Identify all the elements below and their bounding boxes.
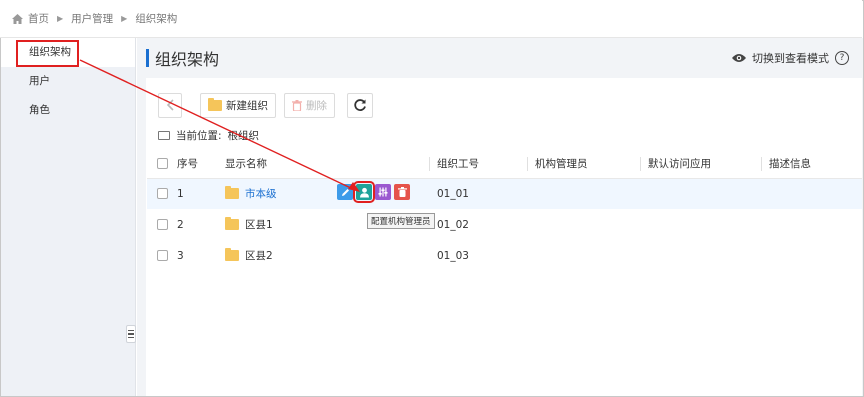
header-select-all[interactable] (147, 150, 169, 179)
delete-button[interactable]: 删除 (284, 92, 335, 118)
user-config-icon[interactable] (353, 181, 375, 203)
page-title-text: 组织架构 (155, 50, 220, 69)
folder-icon (225, 185, 239, 199)
location-label: 当前位置: (176, 130, 222, 142)
breadcrumb-user-management[interactable]: 用户管理 (71, 11, 113, 26)
location-folder-icon (158, 131, 170, 140)
row-name[interactable]: 市本级 (225, 185, 277, 201)
row-name-text[interactable]: 区县1 (245, 217, 273, 232)
header-no: 序号 (169, 150, 217, 179)
chevron-right-icon: ▶ (121, 14, 128, 23)
row-name-link[interactable]: 市本级 (245, 186, 277, 201)
refresh-icon (354, 99, 366, 111)
breadcrumb-home-label: 首页 (28, 13, 49, 25)
header-code: 组织工号 (429, 150, 527, 179)
table-row[interactable]: 3 区县2 01_03 (147, 240, 862, 271)
header-name: 显示名称 (217, 150, 429, 179)
row-name[interactable]: 区县1 (225, 216, 273, 232)
header-default-app: 默认访问应用 (640, 150, 761, 179)
help-icon[interactable]: ? (835, 51, 849, 65)
row-no: 3 (177, 249, 184, 262)
home-icon (12, 13, 23, 24)
tooltip: 配置机构管理员 (367, 213, 435, 229)
sliders-icon[interactable] (375, 184, 391, 200)
table-header-row: 序号 显示名称 组织工号 机构管理员 默认访问应用 描述信息 (147, 150, 862, 179)
trash-icon[interactable] (394, 184, 410, 200)
table-row[interactable]: 1 市本级 01_01 (147, 178, 862, 209)
highlight-box (16, 40, 79, 67)
folder-icon (225, 216, 239, 230)
row-name-text[interactable]: 区县2 (245, 248, 273, 263)
row-code: 01_02 (437, 218, 469, 231)
row-actions (337, 181, 410, 203)
edit-icon[interactable] (337, 184, 353, 200)
row-no: 2 (177, 218, 184, 231)
new-org-label: 新建组织 (226, 99, 268, 112)
row-code: 01_01 (429, 178, 527, 209)
back-button[interactable] (158, 92, 182, 118)
view-mode-label: 切换到查看模式 (752, 52, 829, 65)
new-org-button[interactable]: 新建组织 (200, 92, 276, 118)
title-accent-bar (146, 49, 149, 67)
breadcrumb: 首页 ▶ 用户管理 ▶ 组织架构 (0, 0, 862, 38)
row-checkbox[interactable] (157, 188, 168, 200)
page-header: 组织架构 切换到查看模式 ? (137, 40, 849, 76)
row-checkbox[interactable] (157, 219, 168, 230)
refresh-button[interactable] (347, 92, 373, 118)
org-table: 序号 显示名称 组织工号 机构管理员 默认访问应用 描述信息 1 市本级 01_… (147, 150, 862, 271)
page-title: 组织架构 (137, 46, 219, 70)
folder-icon (225, 247, 239, 261)
folder-icon (208, 97, 222, 111)
breadcrumb-home[interactable]: 首页 (12, 11, 49, 26)
location-value: 根组织 (227, 130, 260, 142)
row-checkbox[interactable] (157, 250, 168, 261)
trash-icon (292, 99, 302, 111)
checkbox[interactable] (157, 158, 168, 170)
row-name[interactable]: 区县2 (225, 247, 273, 263)
table-row[interactable]: 2 区县1 01_02 (147, 209, 862, 240)
row-no: 1 (169, 178, 217, 209)
header-description: 描述信息 (761, 150, 862, 179)
chevron-left-icon (166, 99, 174, 111)
breadcrumb-org-structure: 组织架构 (135, 13, 178, 25)
eye-icon (732, 54, 746, 62)
row-code: 01_03 (437, 249, 469, 262)
toolbar: 新建组织 删除 (158, 92, 373, 118)
delete-label: 删除 (306, 99, 327, 112)
sidebar-item-users[interactable]: 用户 (1, 67, 135, 96)
current-location: 当前位置: 根组织 (158, 128, 259, 143)
sidebar-collapse-handle[interactable] (126, 325, 136, 343)
chevron-right-icon: ▶ (57, 14, 64, 23)
sidebar-item-roles[interactable]: 角色 (1, 96, 135, 125)
view-mode-toggle[interactable]: 切换到查看模式 ? (732, 50, 849, 66)
sidebar: 组织架构 用户 角色 (1, 38, 136, 396)
header-manager: 机构管理员 (527, 150, 640, 179)
